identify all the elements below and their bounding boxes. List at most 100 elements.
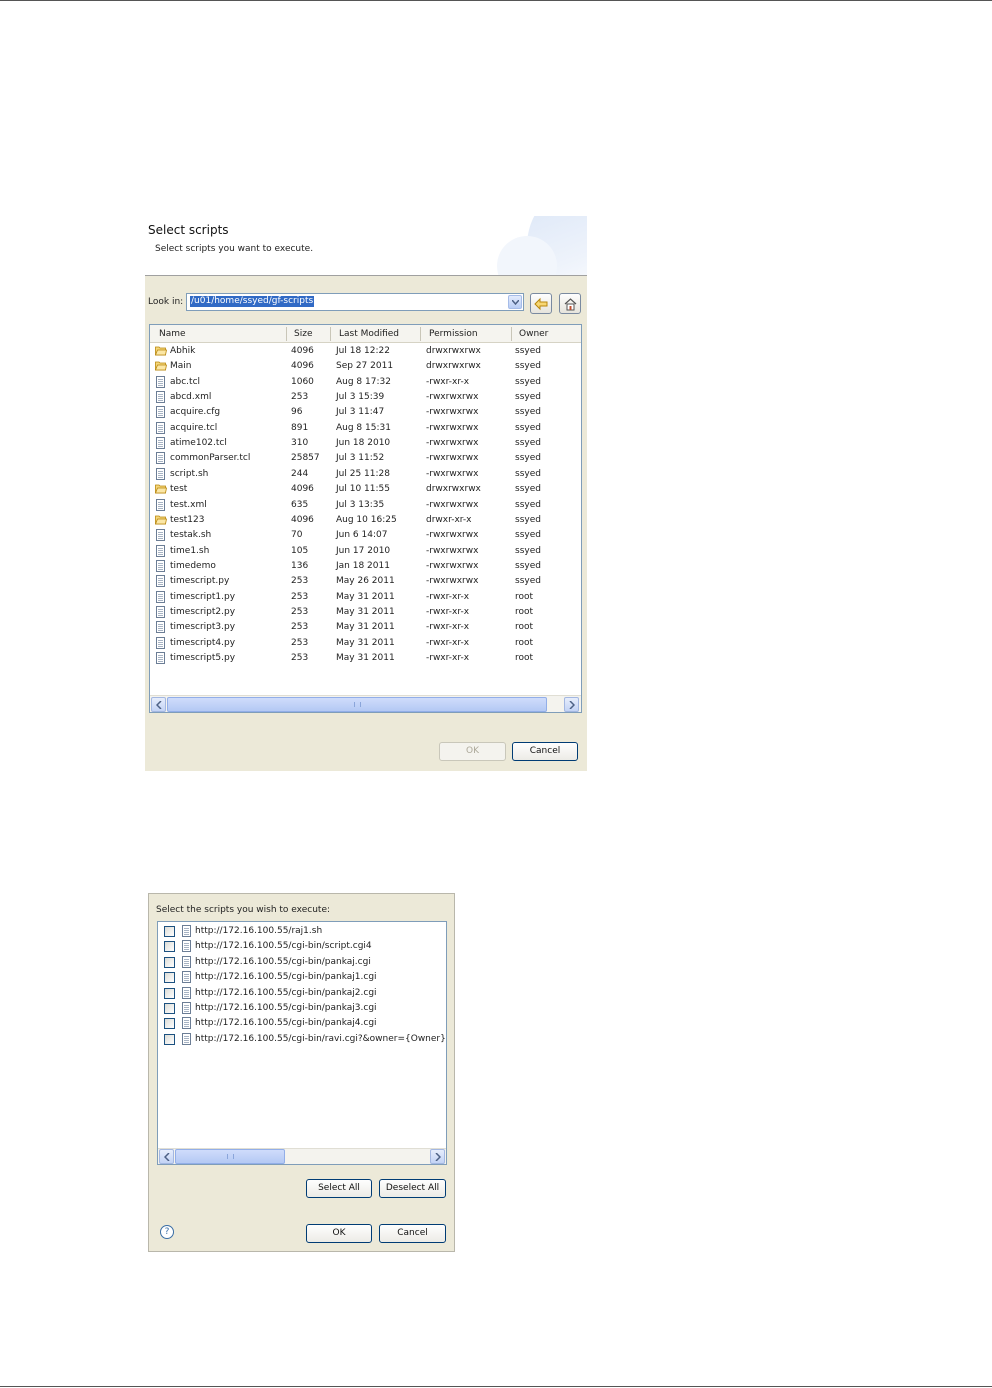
table-row[interactable]: Abhik 4096 Jul 18 12:22 drwxrwxrwx ssyed (150, 344, 581, 359)
script-checkbox[interactable] (164, 987, 175, 999)
cell-size: 635 (291, 499, 309, 510)
table-row[interactable]: test 4096 Jul 10 11:55 drwxrwxrwx ssyed (150, 482, 581, 497)
file-icon (155, 467, 167, 480)
script-checklist[interactable]: http://172.16.100.55/raj1.sh http://172.1… (157, 921, 447, 1165)
file-icon (181, 1032, 193, 1045)
cell-permission: drwxrwxrwx (426, 484, 481, 495)
cell-name: atime102.tcl (170, 438, 227, 449)
scroll-right-icon[interactable] (430, 1149, 445, 1164)
deselect-all-button[interactable]: Deselect All (379, 1179, 446, 1198)
table-row[interactable]: timescript5.py 253 May 31 2011 -rwxr-xr-x ro… (150, 651, 581, 666)
scroll-left-icon[interactable] (159, 1149, 174, 1164)
cell-owner: root (515, 653, 534, 663)
file-icon (155, 391, 167, 404)
cell-size: 70 (291, 530, 303, 541)
cell-last-modified: Jun 18 2010 (336, 438, 391, 449)
cell-size: 136 (291, 560, 309, 571)
column-header-last-modified[interactable]: Last Modified (339, 329, 399, 339)
script-checkbox[interactable] (164, 972, 175, 984)
cell-last-modified: Jul 3 11:52 (336, 453, 385, 464)
table-row[interactable]: test123 4096 Aug 10 16:25 drwxr-xr-x ssyed (150, 513, 581, 528)
scrollbar-thumb[interactable] (167, 697, 547, 712)
script-checkbox[interactable] (164, 941, 175, 953)
file-icon (181, 1017, 193, 1030)
table-row[interactable]: timedemo 136 Jan 18 2011 -rwxrwxrwx ssyed (150, 559, 581, 574)
list-item[interactable]: http://172.16.100.55/cgi-bin/ravi.cgi?&o… (158, 1032, 446, 1047)
list-item[interactable]: http://172.16.100.55/cgi-bin/pankaj3.cgi (158, 1001, 446, 1016)
script-url: http://172.16.100.55/cgi-bin/pankaj.cgi (195, 956, 371, 967)
cancel-button[interactable]: Cancel (512, 742, 578, 761)
script-checkbox[interactable] (164, 926, 175, 937)
table-row[interactable]: acquire.cfg 96 Jul 3 11:47 -rwxrwxrwx ssyed (150, 405, 581, 420)
cell-last-modified: Jul 10 11:55 (336, 484, 390, 495)
cell-last-modified: Jul 3 15:39 (336, 392, 385, 403)
file-table[interactable]: Name Size Last Modified Permission Owner… (149, 324, 582, 713)
cell-owner: ssyed (515, 422, 541, 433)
list-item[interactable]: http://172.16.100.55/cgi-bin/pankaj2.cgi (158, 986, 446, 1001)
table-row[interactable]: time1.sh 105 Jun 17 2010 -rwxrwxrwx ssyed (150, 544, 581, 559)
chevron-down-icon[interactable] (508, 295, 522, 309)
cell-size: 253 (291, 576, 309, 587)
list-item[interactable]: http://172.16.100.55/raj1.sh (158, 924, 446, 939)
table-row[interactable]: atime102.tcl 310 Jun 18 2010 -rwxrwxrwx ssye… (150, 436, 581, 451)
help-icon[interactable]: ? (160, 1225, 174, 1239)
cell-name: timedemo (170, 560, 216, 571)
scroll-right-icon[interactable] (564, 697, 579, 712)
table-row[interactable]: Main 4096 Sep 27 2011 drwxrwxrwx ssyed (150, 359, 581, 374)
cell-permission: -rwxrwxrwx (426, 453, 479, 464)
column-header-permission[interactable]: Permission (429, 329, 478, 339)
table-row[interactable]: script.sh 244 Jul 25 11:28 -rwxrwxrwx ssyed (150, 467, 581, 482)
table-row[interactable]: testak.sh 70 Jun 6 14:07 -rwxrwxrwx ssyed (150, 528, 581, 543)
look-in-combobox[interactable]: /u01/home/ssyed/gf-scripts (186, 293, 524, 311)
table-row[interactable]: abc.tcl 1060 Aug 8 17:32 -rwxr-xr-x ssyed (150, 375, 581, 390)
cell-size: 4096 (291, 346, 314, 356)
bottom-rule (0, 1386, 992, 1387)
cell-name: test (170, 484, 188, 495)
table-row[interactable]: commonParser.tcl 25857 Jul 3 11:52 -rwxrwxr… (150, 451, 581, 466)
table-row[interactable]: timescript.py 253 May 26 2011 -rwxrwxrwx ssy… (150, 574, 581, 589)
file-icon (155, 590, 167, 603)
script-checkbox[interactable] (164, 956, 175, 968)
script-url: http://172.16.100.55/cgi-bin/pankaj4.cgi (195, 1018, 377, 1029)
table-row[interactable]: acquire.tcl 891 Aug 8 15:31 -rwxrwxrwx ssyed (150, 421, 581, 436)
ok-button[interactable]: OK (306, 1224, 372, 1243)
cell-last-modified: May 31 2011 (336, 653, 395, 663)
list-item[interactable]: http://172.16.100.55/cgi-bin/pankaj1.cgi (158, 970, 446, 985)
file-icon (155, 559, 167, 572)
file-icon (181, 940, 193, 953)
cancel-button[interactable]: Cancel (379, 1224, 446, 1243)
cell-owner: ssyed (515, 484, 541, 495)
cell-permission: -rwxrwxrwx (426, 576, 479, 587)
script-checkbox[interactable] (164, 1033, 175, 1045)
column-header-size[interactable]: Size (294, 329, 312, 339)
cell-permission: -rwxrwxrwx (426, 422, 479, 433)
cell-name: time1.sh (170, 545, 210, 556)
home-button[interactable] (559, 293, 581, 314)
horizontal-scrollbar[interactable] (150, 695, 581, 712)
scrollbar-thumb[interactable] (175, 1149, 285, 1164)
path-value[interactable]: /u01/home/ssyed/gf-scripts (190, 296, 315, 307)
list-item[interactable]: http://172.16.100.55/cgi-bin/script.cgi4 (158, 939, 446, 954)
ok-button[interactable]: OK (439, 742, 506, 761)
script-checkbox[interactable] (164, 1003, 175, 1014)
scroll-left-icon[interactable] (151, 697, 166, 712)
file-icon (155, 498, 167, 511)
cell-name: abcd.xml (170, 392, 212, 403)
column-header-name[interactable]: Name (159, 329, 186, 339)
cell-owner: ssyed (515, 576, 541, 587)
cell-last-modified: Jul 18 12:22 (336, 346, 390, 356)
list-item[interactable]: http://172.16.100.55/cgi-bin/pankaj4.cgi (158, 1016, 446, 1031)
list-item[interactable]: http://172.16.100.55/cgi-bin/pankaj.cgi (158, 955, 446, 970)
table-row[interactable]: timescript3.py 253 May 31 2011 -rwxr-xr-x ro… (150, 620, 581, 635)
table-row[interactable]: abcd.xml 253 Jul 3 15:39 -rwxrwxrwx ssyed (150, 390, 581, 405)
cell-name: test123 (170, 514, 205, 525)
table-row[interactable]: timescript2.py 253 May 31 2011 -rwxr-xr-x ro… (150, 605, 581, 620)
table-row[interactable]: timescript4.py 253 May 31 2011 -rwxr-xr-x ro… (150, 636, 581, 651)
table-row[interactable]: test.xml 635 Jul 3 13:35 -rwxrwxrwx ssyed (150, 498, 581, 513)
folder-up-button[interactable] (530, 293, 552, 314)
table-row[interactable]: timescript1.py 253 May 31 2011 -rwxr-xr-x ro… (150, 590, 581, 605)
column-header-owner[interactable]: Owner (519, 329, 548, 339)
select-all-button[interactable]: Select All (306, 1179, 372, 1198)
script-checkbox[interactable] (164, 1018, 175, 1030)
horizontal-scrollbar[interactable] (158, 1148, 446, 1164)
